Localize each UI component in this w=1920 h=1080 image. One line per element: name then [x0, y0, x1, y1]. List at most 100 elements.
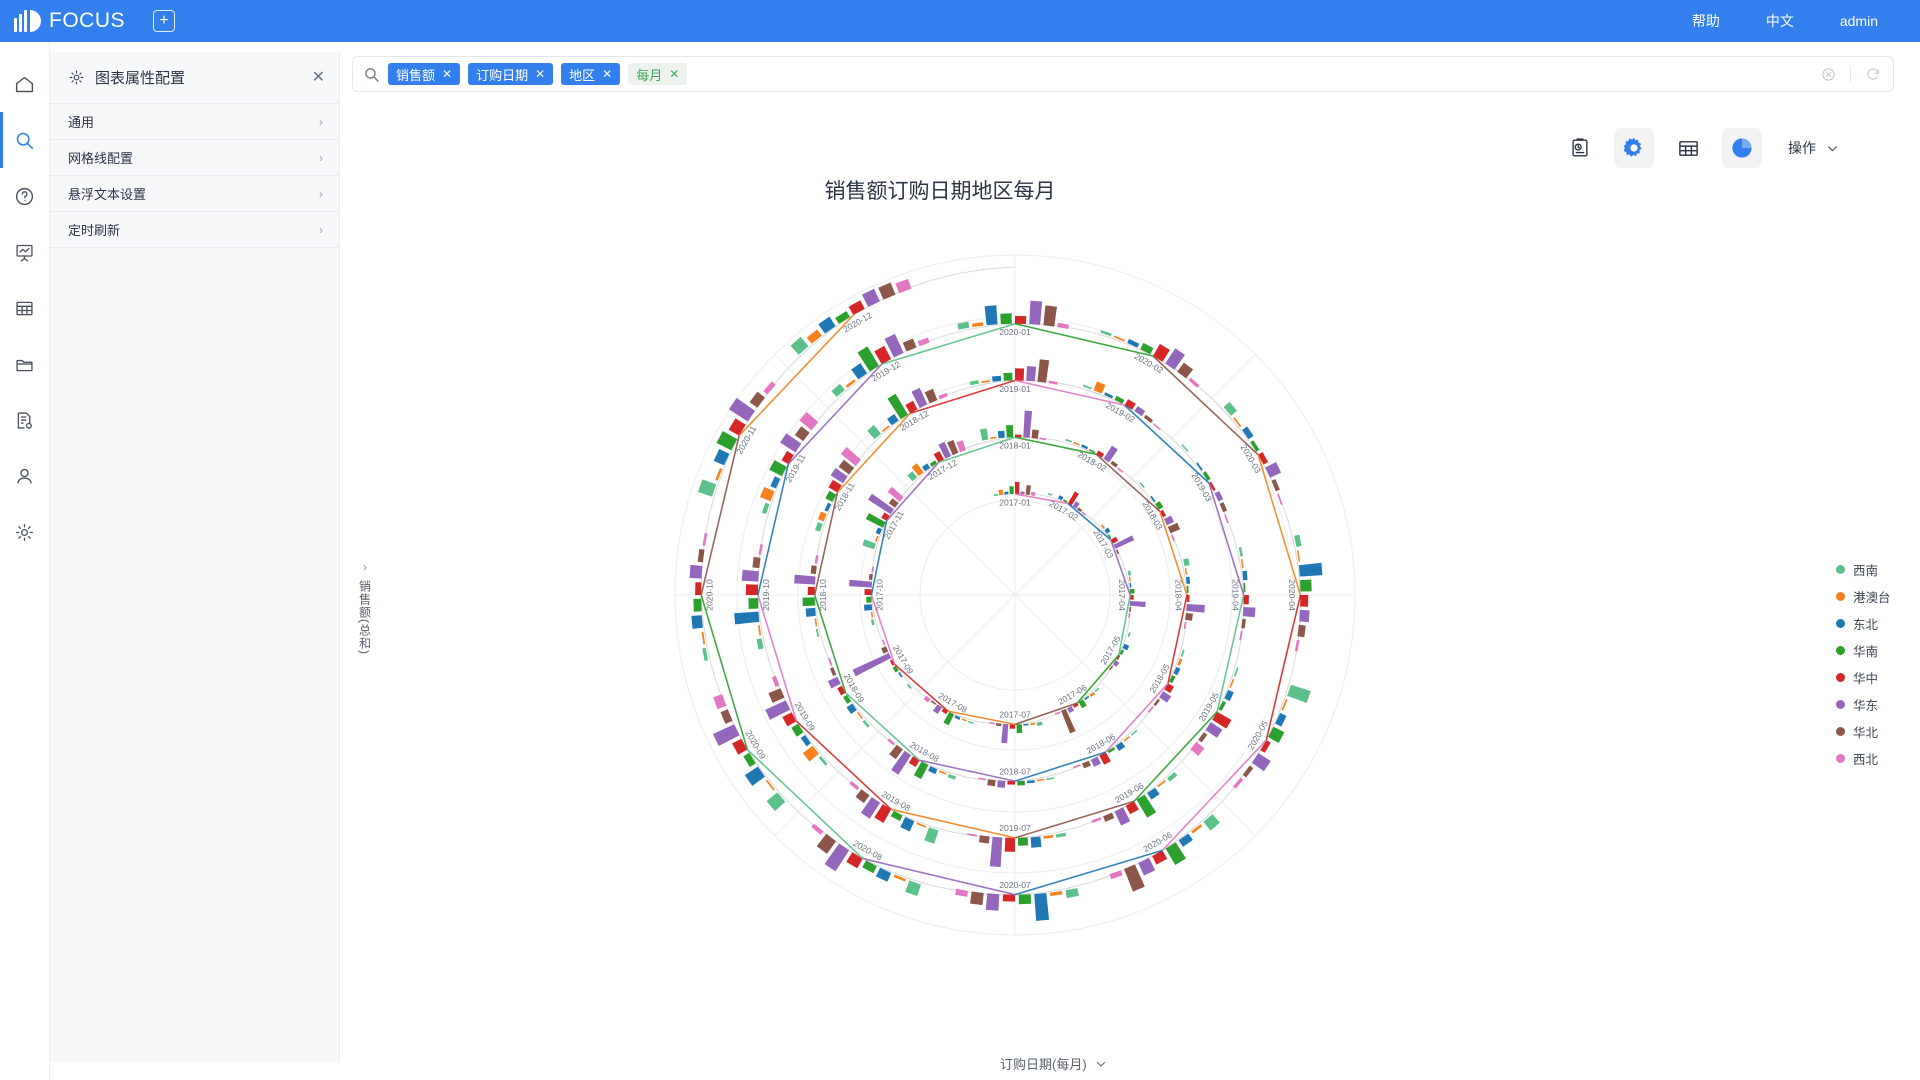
pie-chart-icon [1732, 138, 1752, 158]
brand-logo[interactable]: FOCUS [14, 9, 125, 33]
svg-text:2017-04: 2017-04 [1117, 579, 1127, 611]
user-menu[interactable]: admin [1840, 13, 1878, 29]
brand-name: FOCUS [49, 9, 125, 32]
y-axis-label[interactable]: › 销售额(总和) [352, 560, 378, 655]
chip-label: 订购日期 [476, 67, 529, 83]
legend-item[interactable]: 华中 [1836, 668, 1891, 687]
history-icon [1572, 138, 1588, 157]
history-button[interactable] [1560, 128, 1600, 168]
x-axis-label[interactable]: 订购日期(每月) [1000, 1054, 1107, 1073]
search-icon[interactable] [363, 66, 380, 83]
panel-row-label: 通用 [68, 115, 95, 130]
panel-row-general[interactable]: 通用 › [50, 104, 339, 140]
legend-label: 西南 [1853, 564, 1879, 578]
close-icon[interactable]: ✕ [535, 67, 545, 81]
chevron-down-icon [1096, 1061, 1105, 1066]
chevron-right-icon: › [319, 114, 323, 129]
divider [1850, 66, 1851, 82]
legend-label: 东北 [1853, 618, 1879, 632]
nav-table[interactable] [0, 280, 50, 336]
legend-color-swatch [1836, 565, 1845, 574]
legend-item[interactable]: 华东 [1836, 695, 1891, 714]
svg-text:2020-10: 2020-10 [704, 579, 714, 611]
chevron-right-icon: › [363, 560, 367, 574]
svg-text:2018-07: 2018-07 [999, 766, 1031, 776]
chevron-right-icon: › [319, 186, 323, 201]
gear-icon [15, 523, 34, 541]
y-axis-label-text: 销售额(总和) [357, 580, 372, 655]
clear-circle-icon[interactable] [1821, 67, 1836, 82]
close-icon[interactable]: ✕ [602, 67, 612, 81]
nav-search[interactable] [0, 112, 50, 168]
folder-icon [16, 359, 33, 371]
nav-user[interactable] [0, 448, 50, 504]
legend-color-swatch [1836, 754, 1845, 763]
filter-chip-region[interactable]: 地区 ✕ [561, 63, 621, 85]
focus-logo-icon [14, 10, 41, 32]
operation-dropdown[interactable]: 操作 [1788, 138, 1839, 158]
add-tab-button[interactable]: + [153, 10, 175, 32]
legend-item[interactable]: 东北 [1836, 614, 1891, 633]
svg-text:2019-04: 2019-04 [1230, 579, 1240, 611]
panel-title: 图表属性配置 [95, 70, 186, 87]
chevron-right-icon: › [319, 222, 323, 237]
nav-folder[interactable] [0, 336, 50, 392]
chip-label: 地区 [569, 67, 596, 83]
settings-button[interactable] [1614, 128, 1654, 168]
chart-legend: 西南 港澳台 东北 华南 华中 华东 华北 西北 [1836, 560, 1891, 768]
legend-item[interactable]: 西北 [1836, 749, 1891, 768]
legend-label: 华中 [1853, 672, 1879, 686]
legend-color-swatch [1836, 673, 1845, 682]
filter-chip-monthly[interactable]: 每月 ✕ [628, 63, 688, 85]
panel-row-refresh[interactable]: 定时刷新 › [50, 212, 339, 248]
chevron-down-icon [1828, 145, 1837, 151]
polar-bar-chart[interactable]: 2017-01 2017-022017-032017-042017-052017-… [610, 190, 1420, 1000]
svg-text:2018-04: 2018-04 [1174, 579, 1184, 611]
legend-color-swatch [1836, 700, 1845, 709]
search-bar[interactable]: 销售额 ✕ 订购日期 ✕ 地区 ✕ 每月 ✕ [352, 56, 1894, 92]
header-actions: 帮助 中文 admin [1692, 11, 1878, 31]
legend-label: 华东 [1853, 699, 1879, 713]
table-view-button[interactable] [1668, 128, 1708, 168]
refresh-icon[interactable] [1865, 66, 1881, 82]
close-icon[interactable]: ✕ [669, 67, 679, 81]
legend-item[interactable]: 华北 [1836, 722, 1891, 741]
svg-text:2018-06: 2018-06 [1085, 731, 1118, 756]
question-circle-icon [15, 187, 34, 205]
svg-text:2020-04: 2020-04 [1287, 579, 1297, 611]
help-link[interactable]: 帮助 [1692, 11, 1720, 31]
close-icon[interactable]: ✕ [442, 67, 452, 81]
nav-settings[interactable] [0, 504, 50, 560]
nav-dashboard[interactable] [0, 224, 50, 280]
svg-text:2017-10: 2017-10 [875, 579, 885, 611]
user-icon [17, 468, 32, 484]
operation-label: 操作 [1788, 140, 1816, 156]
svg-text:2019-10: 2019-10 [761, 579, 771, 611]
filter-chip-order-date[interactable]: 订购日期 ✕ [468, 63, 554, 85]
legend-item[interactable]: 华南 [1836, 641, 1891, 660]
panel-row-label: 网格线配置 [68, 151, 134, 166]
nav-help[interactable] [0, 168, 50, 224]
panel-row-tooltip[interactable]: 悬浮文本设置 › [50, 176, 339, 212]
svg-text:2017-07: 2017-07 [999, 710, 1031, 720]
nav-home[interactable] [0, 56, 50, 112]
gear-icon [1623, 137, 1642, 157]
legend-label: 华南 [1853, 645, 1879, 659]
filter-chip-sales[interactable]: 销售额 ✕ [388, 63, 461, 85]
panel-header: 图表属性配置 ✕ [50, 52, 339, 104]
language-switch[interactable]: 中文 [1766, 11, 1794, 31]
svg-text:2017-01: 2017-01 [999, 497, 1031, 507]
chart-toolbar: 操作 [1560, 126, 1900, 170]
svg-text:2020-07: 2020-07 [999, 880, 1031, 890]
gear-icon [69, 70, 84, 85]
svg-text:2019-01: 2019-01 [999, 384, 1031, 394]
legend-item[interactable]: 西南 [1836, 560, 1891, 579]
nav-doc-settings[interactable] [0, 392, 50, 448]
legend-item[interactable]: 港澳台 [1836, 587, 1891, 606]
chip-label: 销售额 [396, 67, 436, 83]
close-icon[interactable]: ✕ [312, 69, 325, 86]
x-axis-label-text: 订购日期(每月) [1000, 1057, 1087, 1072]
chart-view-button[interactable] [1722, 128, 1762, 168]
table-icon [1678, 140, 1698, 156]
panel-row-gridline[interactable]: 网格线配置 › [50, 140, 339, 176]
